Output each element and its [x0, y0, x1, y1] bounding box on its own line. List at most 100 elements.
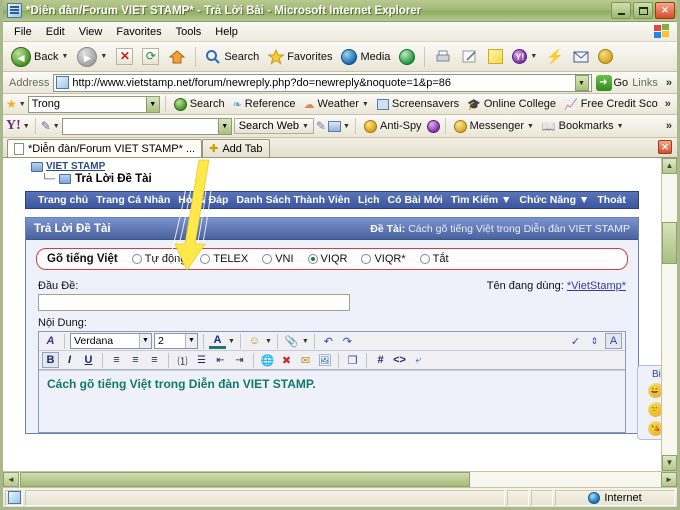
- bookmarks-item[interactable]: 📖 Bookmarks ▼: [539, 120, 627, 133]
- nav-item-home[interactable]: Trang chủ: [38, 194, 88, 206]
- search-button[interactable]: Search: [201, 45, 263, 69]
- horizontal-scroll-thumb[interactable]: [20, 472, 470, 487]
- breadcrumb-top[interactable]: VIET STAMP: [31, 161, 661, 172]
- menu-item-help[interactable]: Help: [208, 24, 245, 40]
- popup-blocker-icon[interactable]: [328, 120, 342, 132]
- back-button[interactable]: ◄ Back ▼: [7, 45, 72, 69]
- nav-item-calendar[interactable]: Lịch: [358, 194, 380, 206]
- radio-option-telex[interactable]: TELEX: [200, 253, 248, 265]
- radio-icon-viqr-star[interactable]: [361, 254, 372, 264]
- smiley-icon-1[interactable]: 😀: [647, 383, 661, 398]
- yahoo-star-dropdown-icon[interactable]: ▼: [19, 101, 26, 108]
- username-link[interactable]: *VietStamp*: [567, 280, 626, 292]
- scroll-up-button[interactable]: ▲: [662, 158, 677, 174]
- smiley-insert-dropdown-icon[interactable]: ▼: [265, 338, 272, 345]
- font-family-dropdown-icon[interactable]: ▼: [139, 334, 151, 348]
- smiley-icon-7[interactable]: 😘: [647, 421, 661, 436]
- yahoo-weather-item[interactable]: ☁ Weather ▼: [301, 98, 372, 111]
- messenger-button[interactable]: [594, 45, 617, 69]
- wysiwyg-toggle-icon[interactable]: A: [605, 333, 622, 349]
- favorites-button[interactable]: Favorites: [264, 45, 336, 69]
- edit-button[interactable]: [457, 45, 483, 69]
- back-dropdown-icon[interactable]: ▼: [61, 53, 68, 60]
- scroll-left-button[interactable]: ◄: [3, 472, 19, 487]
- radio-option-vni[interactable]: VNI: [262, 253, 294, 265]
- links-label[interactable]: Links: [632, 77, 660, 89]
- yahoo-search-input[interactable]: ▼: [61, 117, 232, 135]
- yahoo-screensavers-item[interactable]: Screensavers: [374, 98, 462, 110]
- nav-item-faq[interactable]: Hỏi & Đáp: [178, 194, 228, 206]
- radio-icon-vni[interactable]: [262, 254, 273, 264]
- horizontal-scroll-track[interactable]: [471, 472, 661, 487]
- radio-option-tat[interactable]: Tắt: [419, 253, 449, 265]
- redo-icon[interactable]: ↷: [339, 333, 356, 349]
- ordered-list-icon[interactable]: ⑴: [174, 352, 191, 368]
- yahoo-row1-overflow-icon[interactable]: »: [663, 98, 673, 110]
- address-input[interactable]: http://www.vietstamp.net/forum/newreply.…: [53, 73, 592, 92]
- yahoo-search-dropdown-icon[interactable]: ▼: [217, 118, 231, 134]
- highlight-pen-icon[interactable]: ✎: [316, 119, 326, 133]
- stop-button[interactable]: ✕: [112, 45, 137, 69]
- attachment-dropdown-icon[interactable]: ▼: [302, 338, 309, 345]
- radio-icon-tu-dong[interactable]: [131, 254, 142, 264]
- insert-image-icon[interactable]: 🖼: [316, 352, 333, 368]
- yahoo-keyword-dropdown-icon[interactable]: ▼: [145, 96, 159, 112]
- nav-item-memberlist[interactable]: Danh Sách Thành Viên: [236, 194, 350, 206]
- updown-size-icon[interactable]: ⇕: [586, 333, 603, 349]
- font-size-select[interactable]: 2 ▼: [154, 333, 198, 349]
- align-right-icon[interactable]: ≡: [146, 352, 163, 368]
- search-web-button[interactable]: Search Web ▼: [233, 118, 314, 134]
- address-overflow-icon[interactable]: »: [664, 77, 674, 89]
- underline-icon[interactable]: U: [80, 352, 97, 368]
- refresh-button[interactable]: ⟳: [138, 45, 163, 69]
- menu-item-tools[interactable]: Tools: [169, 24, 209, 40]
- yahoo-keyword-input[interactable]: Trong ▼: [27, 95, 160, 113]
- font-style-icon[interactable]: A: [42, 333, 59, 349]
- smiley-icon-4[interactable]: 😕: [647, 402, 661, 417]
- unordered-list-icon[interactable]: ☰: [193, 352, 210, 368]
- font-color-dropdown-icon[interactable]: ▼: [228, 338, 235, 345]
- radio-option-viqr[interactable]: VIQR: [307, 253, 347, 265]
- yahoo-free-credit-item[interactable]: 📈 Free Credit Sco: [561, 98, 661, 111]
- indent-icon[interactable]: ⇥: [231, 352, 248, 368]
- pencil-dropdown-icon[interactable]: ▼: [53, 123, 60, 130]
- anti-spy-shield-icon[interactable]: [426, 119, 440, 133]
- radio-icon-viqr[interactable]: [307, 254, 318, 264]
- font-size-dropdown-icon[interactable]: ▼: [185, 334, 197, 348]
- mail-button[interactable]: [569, 45, 593, 69]
- radio-icon-tat[interactable]: [419, 254, 430, 264]
- vertical-scrollbar[interactable]: ▲ ▼: [661, 158, 677, 471]
- media-button[interactable]: Media: [337, 45, 394, 69]
- message-text-area[interactable]: Cách gõ tiếng Việt trong Diễn đàn VIET S…: [39, 365, 661, 440]
- print-button[interactable]: [430, 45, 456, 69]
- popup-blocker-dropdown-icon[interactable]: ▼: [343, 123, 350, 130]
- yahoo-button[interactable]: Y! ▼: [508, 45, 541, 69]
- anti-spy-item[interactable]: Anti-Spy: [361, 119, 425, 133]
- yahoo-logo-icon[interactable]: Y!: [6, 118, 21, 134]
- yahoo-online-college-item[interactable]: 🎓 Online College: [464, 98, 559, 111]
- forward-dropdown-icon[interactable]: ▼: [100, 53, 107, 60]
- yahoo-reference-item[interactable]: ❧ Reference: [230, 98, 299, 111]
- italic-icon[interactable]: I: [61, 352, 78, 368]
- messenger-item[interactable]: Messenger ▼: [451, 119, 537, 133]
- yahoo-row2-overflow-icon[interactable]: »: [664, 120, 674, 132]
- undo-icon[interactable]: ↶: [320, 333, 337, 349]
- close-button[interactable]: ✕: [655, 2, 675, 19]
- weather-dropdown-icon[interactable]: ▼: [362, 101, 369, 108]
- nav-item-functions[interactable]: Chức Năng ▼: [519, 194, 589, 206]
- menu-item-favorites[interactable]: Favorites: [109, 24, 168, 40]
- outdent-icon[interactable]: ⇤: [212, 352, 229, 368]
- radio-icon-telex[interactable]: [200, 254, 211, 264]
- scroll-right-button[interactable]: ►: [661, 472, 677, 487]
- vertical-scroll-thumb[interactable]: [662, 222, 677, 264]
- minimize-button[interactable]: [611, 2, 631, 19]
- home-button[interactable]: [164, 45, 190, 69]
- code-icon[interactable]: <>: [391, 352, 408, 368]
- yahoo-search-item[interactable]: Search: [171, 97, 228, 111]
- nav-item-search[interactable]: Tìm Kiếm ▼: [451, 194, 512, 206]
- menu-item-edit[interactable]: Edit: [39, 24, 72, 40]
- address-dropdown-icon[interactable]: ▼: [574, 74, 589, 91]
- hash-icon[interactable]: #: [372, 352, 389, 368]
- horizontal-scrollbar[interactable]: ◄ ►: [3, 471, 677, 487]
- yahoo-logo-dropdown-icon[interactable]: ▼: [23, 123, 30, 130]
